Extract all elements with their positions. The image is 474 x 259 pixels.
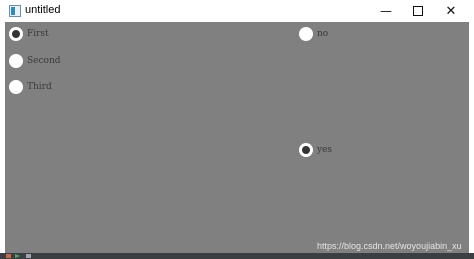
taskbar — [0, 253, 474, 259]
taskbar-app-icon[interactable] — [6, 254, 11, 258]
radio-button-second[interactable] — [9, 54, 23, 68]
radio-button-yes[interactable] — [299, 143, 313, 157]
minimize-button[interactable]: — — [369, 0, 403, 22]
radio-label-second: Second — [27, 56, 61, 66]
application-window: untitled — ✕ First Second Third no yes h… — [0, 0, 474, 259]
radio-button-third[interactable] — [9, 80, 23, 94]
radio-option-second[interactable]: Second — [9, 51, 61, 71]
radio-label-third: Third — [27, 82, 52, 92]
radio-option-third[interactable]: Third — [9, 77, 52, 97]
radio-button-no[interactable] — [299, 27, 313, 41]
maximize-icon — [413, 6, 423, 16]
main-content-area: First Second Third no yes — [5, 22, 469, 253]
close-button[interactable]: ✕ — [434, 0, 468, 22]
watermark-text: https://blog.csdn.net/woyoujiabin_xu — [317, 241, 462, 251]
title-bar[interactable]: untitled — ✕ — [0, 0, 474, 22]
radio-label-no: no — [317, 29, 329, 39]
radio-option-first[interactable]: First — [9, 24, 49, 44]
maximize-button[interactable] — [401, 0, 435, 22]
radio-label-first: First — [27, 29, 49, 39]
radio-option-yes[interactable]: yes — [299, 140, 332, 160]
radio-button-first[interactable] — [9, 27, 23, 41]
run-icon[interactable] — [15, 254, 20, 258]
app-icon — [9, 5, 21, 17]
window-title: untitled — [25, 4, 61, 16]
radio-label-yes: yes — [317, 145, 333, 155]
radio-option-no[interactable]: no — [299, 24, 328, 44]
taskbar-tool-icon[interactable] — [26, 254, 31, 258]
